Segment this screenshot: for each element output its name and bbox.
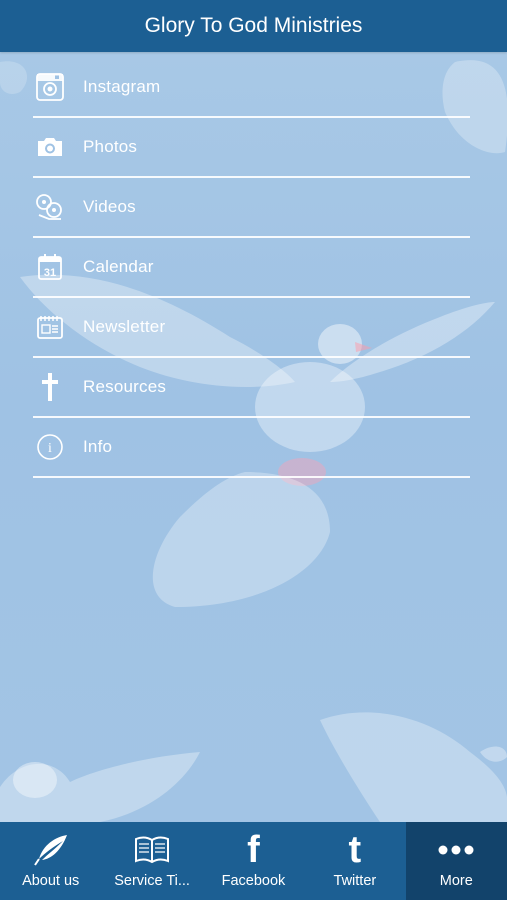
tab-service-times[interactable]: Service Ti...	[101, 822, 202, 900]
quill-icon	[31, 828, 71, 872]
svg-text:31: 31	[44, 267, 56, 279]
menu-item-resources[interactable]: Resources	[33, 358, 470, 418]
film-reel-icon	[34, 191, 66, 223]
app-header: Glory To God Ministries	[0, 0, 507, 52]
menu-item-label: Newsletter	[83, 317, 166, 336]
menu-item-label: Info	[83, 437, 113, 456]
facebook-icon: f	[247, 829, 260, 871]
cross-icon	[34, 371, 66, 403]
tab-label: Service Ti...	[114, 873, 190, 889]
tab-facebook[interactable]: f Facebook	[203, 822, 304, 900]
tab-label: About us	[22, 873, 80, 889]
menu-item-label: Instagram	[83, 77, 161, 96]
menu-item-videos[interactable]: Videos	[33, 178, 470, 238]
tab-label: Twitter	[333, 873, 377, 889]
menu-item-label: Photos	[83, 137, 138, 156]
twitter-icon: t	[348, 829, 362, 871]
menu-item-info[interactable]: i Info	[33, 418, 470, 478]
newsletter-icon	[34, 311, 66, 343]
instagram-icon	[34, 71, 66, 103]
calendar-icon: 31	[34, 251, 66, 283]
menu-item-calendar[interactable]: 31 Calendar	[33, 238, 470, 298]
book-icon	[132, 828, 172, 872]
menu-item-label: Resources	[83, 377, 167, 396]
menu-item-photos[interactable]: Photos	[33, 118, 470, 178]
menu-item-instagram[interactable]: Instagram	[33, 58, 470, 118]
menu-item-newsletter[interactable]: Newsletter	[33, 298, 470, 358]
tab-about-us[interactable]: About us	[0, 822, 101, 900]
more-icon	[436, 828, 476, 872]
tab-twitter[interactable]: t Twitter	[304, 822, 405, 900]
menu-item-label: Calendar	[83, 257, 154, 276]
camera-icon	[34, 131, 66, 163]
svg-text:i: i	[48, 441, 52, 456]
bottom-tab-bar: About us Service Ti... f Facebook t Twit…	[0, 822, 507, 900]
tab-label: Facebook	[221, 873, 286, 889]
menu-item-label: Videos	[83, 197, 136, 216]
info-icon: i	[34, 431, 66, 463]
tab-more[interactable]: More	[405, 822, 507, 900]
tab-label: More	[439, 873, 473, 889]
more-menu-list: Instagram Photos Videos 31 Calendar News…	[33, 58, 470, 478]
page-title: Glory To God Ministries	[144, 14, 363, 37]
